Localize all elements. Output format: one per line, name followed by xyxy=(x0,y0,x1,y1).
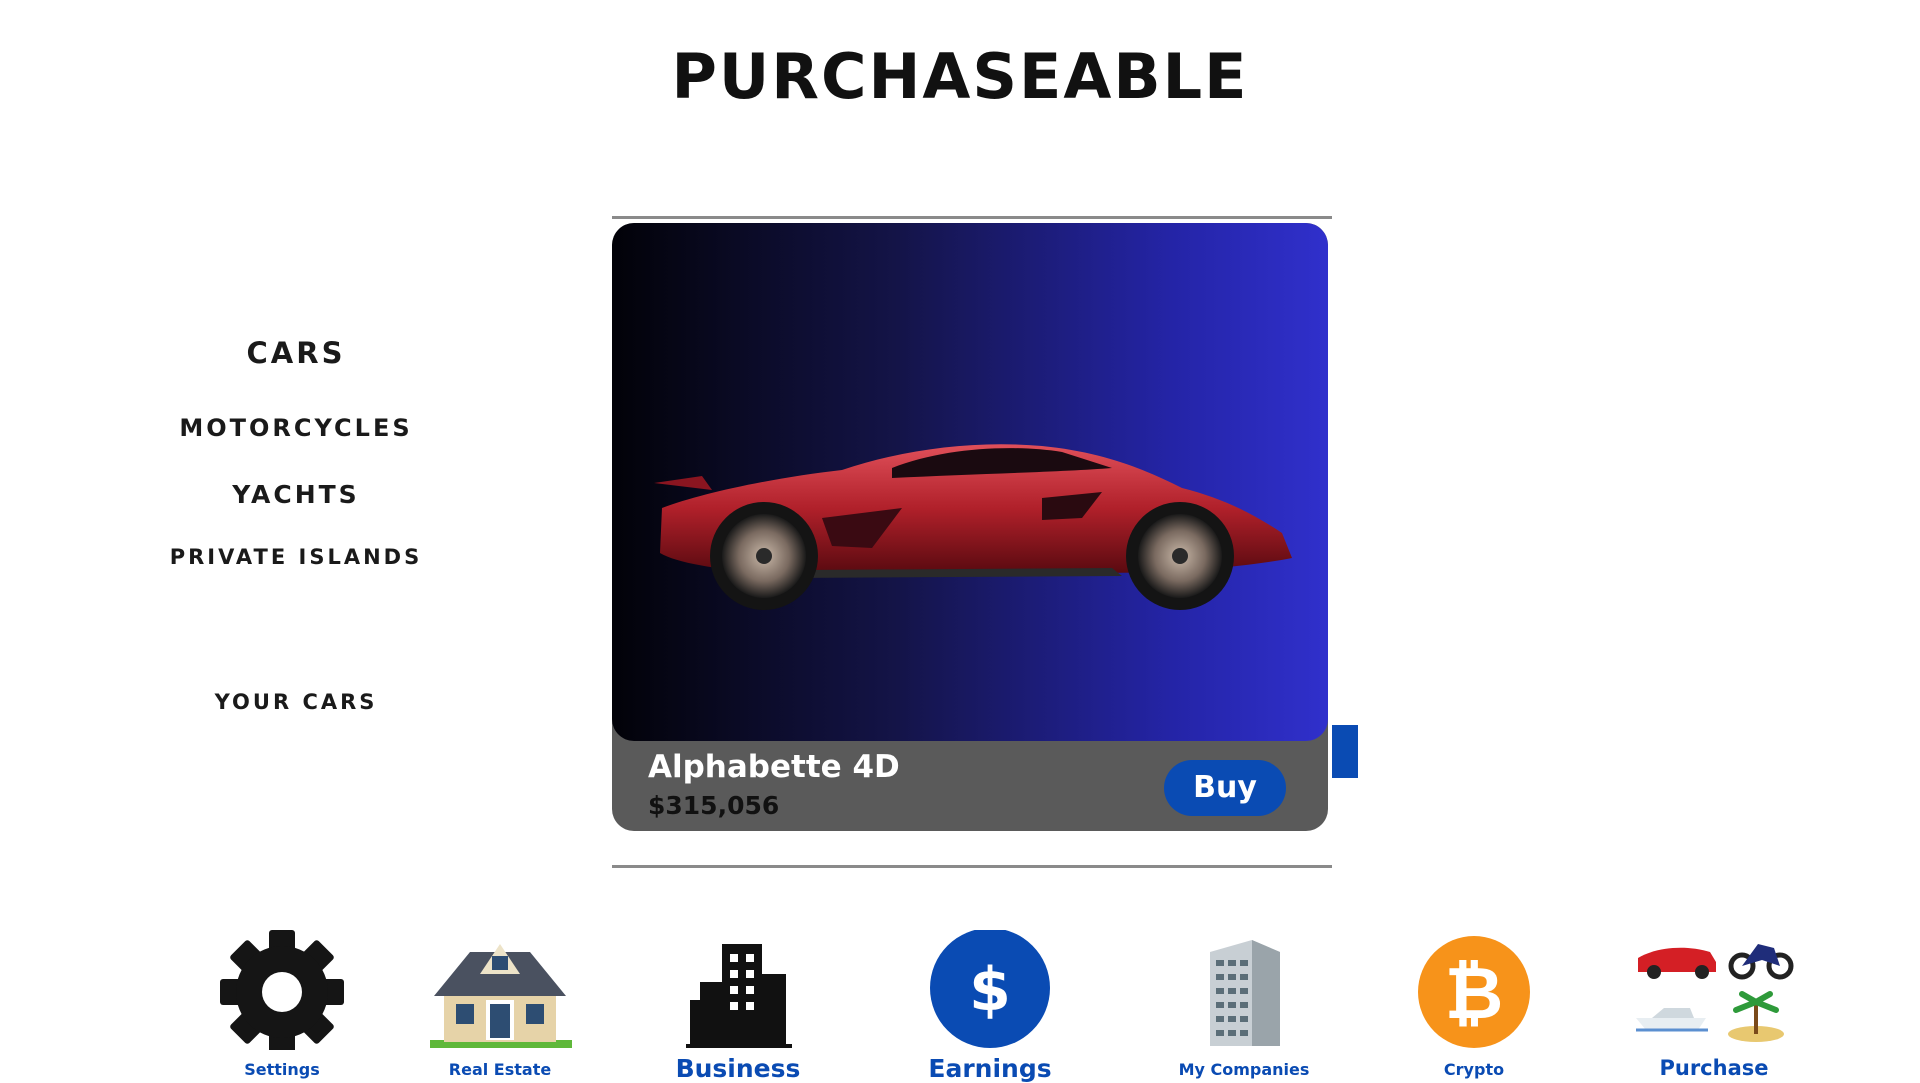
category-yachts[interactable]: YACHTS xyxy=(146,480,446,509)
dollar-icon: $ xyxy=(930,930,1050,1048)
nav-settings-label: Settings xyxy=(244,1060,320,1079)
nav-purchase-label: Purchase xyxy=(1659,1056,1769,1080)
nav-earnings[interactable]: $ Earnings xyxy=(900,930,1080,1083)
listing-image xyxy=(612,223,1328,741)
category-cars[interactable]: CARS xyxy=(146,336,446,370)
purchase-collage-icon xyxy=(1636,944,1794,1042)
divider-bottom xyxy=(612,865,1332,868)
category-motorcycles[interactable]: MOTORCYCLES xyxy=(146,414,446,442)
buy-button[interactable]: Buy xyxy=(1164,760,1286,816)
nav-purchase[interactable]: Purchase xyxy=(1624,930,1804,1080)
page-title: PURCHASEABLE xyxy=(671,40,1249,113)
svg-text:$: $ xyxy=(969,955,1011,1025)
nav-crypto[interactable]: ₿ Crypto xyxy=(1384,930,1564,1080)
svg-text:₿: ₿ xyxy=(1445,951,1504,1035)
skyscraper-icon xyxy=(1210,940,1280,1046)
nav-crypto-label: Crypto xyxy=(1443,1060,1505,1079)
nav-business[interactable]: Business xyxy=(648,930,828,1083)
nav-my-companies[interactable]: My Companies xyxy=(1154,930,1334,1080)
listing-price: $315,056 xyxy=(648,791,780,820)
nav-real-estate-label: Real Estate xyxy=(448,1060,552,1079)
divider-top xyxy=(612,216,1332,219)
nav-business-label: Business xyxy=(675,1054,801,1083)
bitcoin-icon: ₿ xyxy=(1418,936,1530,1048)
nav-earnings-label: Earnings xyxy=(928,1054,1052,1083)
nav-real-estate[interactable]: Real Estate xyxy=(410,930,590,1080)
listing-name: Alphabette 4D xyxy=(648,749,900,785)
listing-card: Alphabette 4D $315,056 Buy xyxy=(612,223,1328,831)
nav-settings[interactable]: Settings xyxy=(192,930,372,1080)
your-cars-link[interactable]: YOUR CARS xyxy=(146,690,446,714)
sports-car-icon xyxy=(654,444,1292,610)
gear-icon xyxy=(220,930,344,1050)
buildings-icon xyxy=(686,944,792,1048)
house-icon xyxy=(430,944,572,1048)
scrollbar-thumb[interactable] xyxy=(1332,725,1358,778)
nav-my-companies-label: My Companies xyxy=(1178,1060,1310,1079)
category-private-islands[interactable]: PRIVATE ISLANDS xyxy=(146,545,446,569)
